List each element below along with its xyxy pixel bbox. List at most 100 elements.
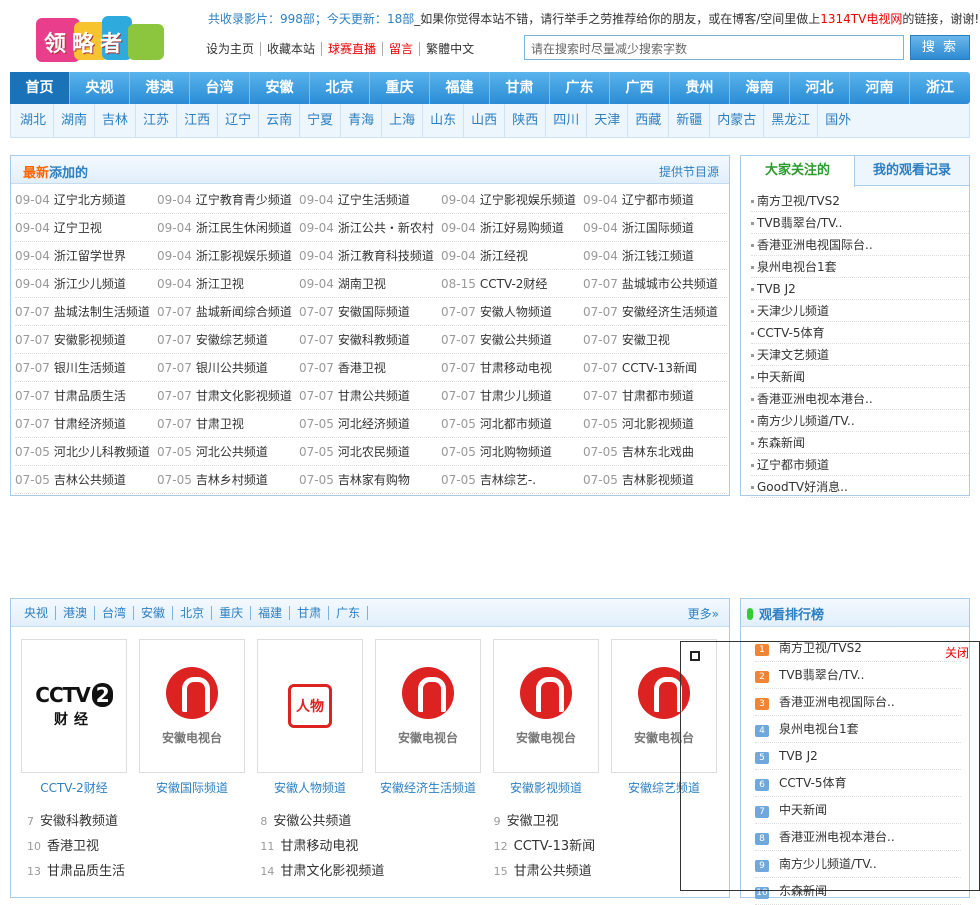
latest-item[interactable]: 09-04 浙江民生休闲频道 bbox=[157, 214, 299, 241]
channel-logo-box[interactable]: 人物 bbox=[257, 639, 363, 773]
latest-item-name[interactable]: 吉林东北戏曲 bbox=[622, 445, 694, 459]
live-match-link[interactable]: 球赛直播 bbox=[322, 42, 384, 56]
latest-item-name[interactable]: 吉林乡村频道 bbox=[196, 473, 268, 487]
nav-item[interactable]: 广东 bbox=[550, 72, 610, 104]
region-link[interactable]: 青海 bbox=[341, 104, 383, 137]
latest-item-name[interactable]: 安徽公共频道 bbox=[480, 333, 552, 347]
channel-logo-box[interactable]: 安徽电视台 bbox=[139, 639, 245, 773]
latest-item-name[interactable]: 甘肃移动电视 bbox=[480, 361, 552, 375]
set-homepage-link[interactable]: 设为主页 bbox=[200, 42, 262, 56]
latest-item[interactable]: 09-04 浙江国际频道 bbox=[583, 214, 725, 241]
overlay-checkbox[interactable] bbox=[690, 651, 700, 661]
region-link[interactable]: 宁夏 bbox=[300, 104, 342, 137]
latest-item[interactable]: 07-07 盐城城市公共频道 bbox=[583, 270, 725, 297]
latest-item-name[interactable]: 甘肃公共频道 bbox=[338, 389, 410, 403]
latest-item[interactable]: 07-07 安徽影视频道 bbox=[15, 326, 157, 353]
focus-item[interactable]: 香港亚洲电视本港台.. bbox=[751, 388, 969, 410]
channel-card-caption[interactable]: CCTV-2财经 bbox=[21, 779, 127, 796]
latest-item-name[interactable]: 河北都市频道 bbox=[480, 417, 552, 431]
nav-item[interactable]: 贵州 bbox=[670, 72, 730, 104]
latest-item-name[interactable]: 安徽人物频道 bbox=[480, 305, 552, 319]
focus-item[interactable]: GoodTV好消息.. bbox=[751, 476, 969, 498]
focus-item[interactable]: 东森新闻 bbox=[751, 432, 969, 454]
latest-item-name[interactable]: 浙江留学世界 bbox=[54, 249, 126, 263]
overlay-close-button[interactable]: 关闭 bbox=[945, 644, 969, 661]
site-logo[interactable]: 领略者 bbox=[36, 14, 166, 62]
channel-card[interactable]: 安徽电视台 安徽影视频道 bbox=[493, 639, 599, 796]
latest-item-name[interactable]: 浙江好易购频道 bbox=[480, 221, 564, 235]
latest-item-name[interactable]: CCTV-2财经 bbox=[480, 277, 548, 291]
channel-list-name[interactable]: 安徽卫视 bbox=[507, 814, 559, 829]
latest-item[interactable]: 07-07 安徽公共频道 bbox=[441, 326, 583, 353]
channel-list-item[interactable]: 7 安徽科教频道 bbox=[27, 809, 260, 834]
latest-item[interactable]: 07-07 甘肃卫视 bbox=[157, 410, 299, 437]
channel-list-name[interactable]: 甘肃文化影视频道 bbox=[280, 864, 384, 879]
latest-item[interactable]: 07-05 吉林影视频道 bbox=[583, 466, 725, 493]
latest-item[interactable]: 07-07 安徽人物频道 bbox=[441, 298, 583, 325]
region-link[interactable]: 新疆 bbox=[669, 104, 711, 137]
latest-item-name[interactable]: 浙江影视娱乐频道 bbox=[196, 249, 292, 263]
channel-list-name[interactable]: 甘肃移动电视 bbox=[280, 839, 358, 854]
latest-item-name[interactable]: 吉林综艺-. bbox=[480, 473, 536, 487]
latest-item-name[interactable]: 甘肃少儿频道 bbox=[480, 389, 552, 403]
region-link[interactable]: 湖北 bbox=[13, 104, 55, 137]
latest-item[interactable]: 07-07 CCTV-13新闻 bbox=[583, 354, 725, 381]
nav-item[interactable]: 港澳 bbox=[130, 72, 190, 104]
latest-item-name[interactable]: 安徽经济生活频道 bbox=[622, 305, 718, 319]
latest-item-name[interactable]: 河北公共频道 bbox=[196, 445, 268, 459]
tab-history[interactable]: 我的观看记录 bbox=[855, 156, 969, 185]
region-link[interactable]: 辽宁 bbox=[218, 104, 260, 137]
nav-item[interactable]: 海南 bbox=[730, 72, 790, 104]
latest-item[interactable]: 07-05 河北经济频道 bbox=[299, 410, 441, 437]
channel-list-item[interactable]: 8 安徽公共频道 bbox=[260, 809, 493, 834]
channel-list-item[interactable]: 11 甘肃移动电视 bbox=[260, 834, 493, 859]
focus-item[interactable]: 辽宁都市频道 bbox=[751, 454, 969, 476]
channel-card-caption[interactable]: 安徽影视频道 bbox=[493, 779, 599, 796]
latest-item-name[interactable]: 湖南卫视 bbox=[338, 277, 386, 291]
region-link[interactable]: 山西 bbox=[464, 104, 506, 137]
latest-item[interactable]: 07-05 河北农民频道 bbox=[299, 438, 441, 465]
more-link[interactable]: 更多» bbox=[688, 605, 719, 622]
search-input[interactable]: 请在搜索时尽量减少搜索字数 bbox=[524, 35, 904, 60]
nav-item[interactable]: 河北 bbox=[790, 72, 850, 104]
latest-item[interactable]: 07-05 吉林家有购物 bbox=[299, 466, 441, 493]
nav-item-home[interactable]: 首页 bbox=[10, 72, 70, 104]
latest-item-name[interactable]: 银川生活频道 bbox=[54, 361, 126, 375]
latest-item[interactable]: 07-07 安徽经济生活频道 bbox=[583, 298, 725, 325]
guestbook-link[interactable]: 留言 bbox=[383, 42, 421, 56]
latest-item[interactable]: 09-04 浙江好易购频道 bbox=[441, 214, 583, 241]
channel-card-caption[interactable]: 安徽经济生活频道 bbox=[375, 779, 481, 796]
latest-item[interactable]: 09-04 浙江公共・新农村 bbox=[299, 214, 441, 241]
latest-item[interactable]: 09-04 浙江影视娱乐频道 bbox=[157, 242, 299, 269]
latest-item[interactable]: 09-04 辽宁都市频道 bbox=[583, 186, 725, 213]
latest-item-name[interactable]: 安徽国际频道 bbox=[338, 305, 410, 319]
latest-item[interactable]: 07-07 安徽科教频道 bbox=[299, 326, 441, 353]
latest-item-name[interactable]: 浙江少儿频道 bbox=[54, 277, 126, 291]
channel-list-name[interactable]: CCTV-13新闻 bbox=[514, 839, 595, 854]
latest-item[interactable]: 07-05 河北影视频道 bbox=[583, 410, 725, 437]
bookmark-link[interactable]: 收藏本站 bbox=[261, 42, 323, 56]
latest-item-name[interactable]: 浙江教育科技频道 bbox=[338, 249, 434, 263]
channel-card[interactable]: 安徽电视台 安徽经济生活频道 bbox=[375, 639, 481, 796]
focus-item[interactable]: 南方少儿频道/TV.. bbox=[751, 410, 969, 432]
latest-item-name[interactable]: 吉林影视频道 bbox=[622, 473, 694, 487]
channel-nav-item[interactable]: 台湾 bbox=[95, 606, 135, 620]
channel-nav-item[interactable]: 广东 bbox=[329, 606, 369, 620]
nav-item[interactable]: 央视 bbox=[70, 72, 130, 104]
latest-item[interactable]: 09-04 辽宁生活频道 bbox=[299, 186, 441, 213]
latest-item-name[interactable]: 河北经济频道 bbox=[338, 417, 410, 431]
channel-nav-item[interactable]: 央视 bbox=[17, 606, 57, 620]
latest-item[interactable]: 09-04 浙江钱江频道 bbox=[583, 242, 725, 269]
latest-item-name[interactable]: 浙江经视 bbox=[480, 249, 528, 263]
latest-item-name[interactable]: 安徽科教频道 bbox=[338, 333, 410, 347]
latest-item-name[interactable]: 安徽综艺频道 bbox=[196, 333, 268, 347]
region-link[interactable]: 四川 bbox=[546, 104, 588, 137]
latest-item[interactable]: 07-05 河北公共频道 bbox=[157, 438, 299, 465]
nav-item[interactable]: 安徽 bbox=[250, 72, 310, 104]
latest-item[interactable]: 08-15 CCTV-2财经 bbox=[441, 270, 583, 297]
channel-list-item[interactable]: 10 香港卫视 bbox=[27, 834, 260, 859]
channel-nav-item[interactable]: 重庆 bbox=[212, 606, 252, 620]
channel-list-name[interactable]: 甘肃品质生活 bbox=[47, 864, 125, 879]
latest-item-name[interactable]: 甘肃卫视 bbox=[196, 417, 244, 431]
region-link[interactable]: 上海 bbox=[382, 104, 424, 137]
